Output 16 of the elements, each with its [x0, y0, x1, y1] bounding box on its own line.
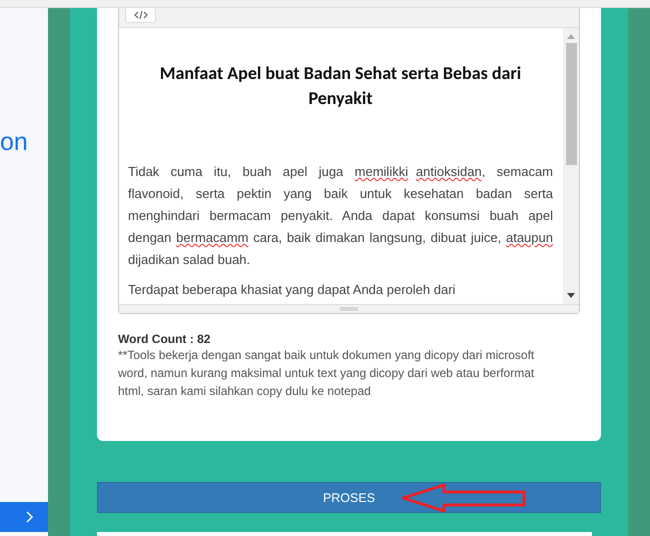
next-button[interactable]	[0, 502, 48, 532]
chevron-right-icon	[26, 511, 34, 523]
scrollbar[interactable]	[563, 28, 579, 304]
scroll-up-icon	[567, 34, 575, 39]
ad-text: on	[0, 128, 28, 157]
note-text: **Tools bekerja dengan sangat baik untuk dokumen yang dicopy dari microsoft word, namun kurang maksimal untuk text yang dicopy dari web atau berformat html, saran kami silahkan copy dulu ke notepad	[118, 347, 536, 400]
article-paragraph: Terdapat beberapa khasiat yang dapat Anda peroleh dari	[128, 281, 456, 299]
text-editor[interactable]	[118, 8, 580, 314]
article-heading: Manfaat Apel buat Badan Sehat serta Bebas dari Penyakit	[158, 61, 522, 111]
word-count: Word Count : 82	[118, 332, 212, 346]
scroll-down-icon	[567, 293, 575, 298]
resize-handle-icon[interactable]	[340, 307, 358, 311]
code-icon	[134, 11, 148, 19]
article-paragraph: Tidak cuma itu, buah apel juga memilikki antioksidan, semacam flavonoid, serta pektin yang baik untuk kesehatan badan serta menghindari bermacam penyakit. Anda dapat konsumsi buah apel dengan bermacamm cara, baik dimakan langsung, dibuat juice, ataupun dijadikan salad buah.	[128, 163, 553, 269]
code-view-button[interactable]	[125, 8, 156, 23]
process-button[interactable]: PROSES	[97, 482, 601, 513]
